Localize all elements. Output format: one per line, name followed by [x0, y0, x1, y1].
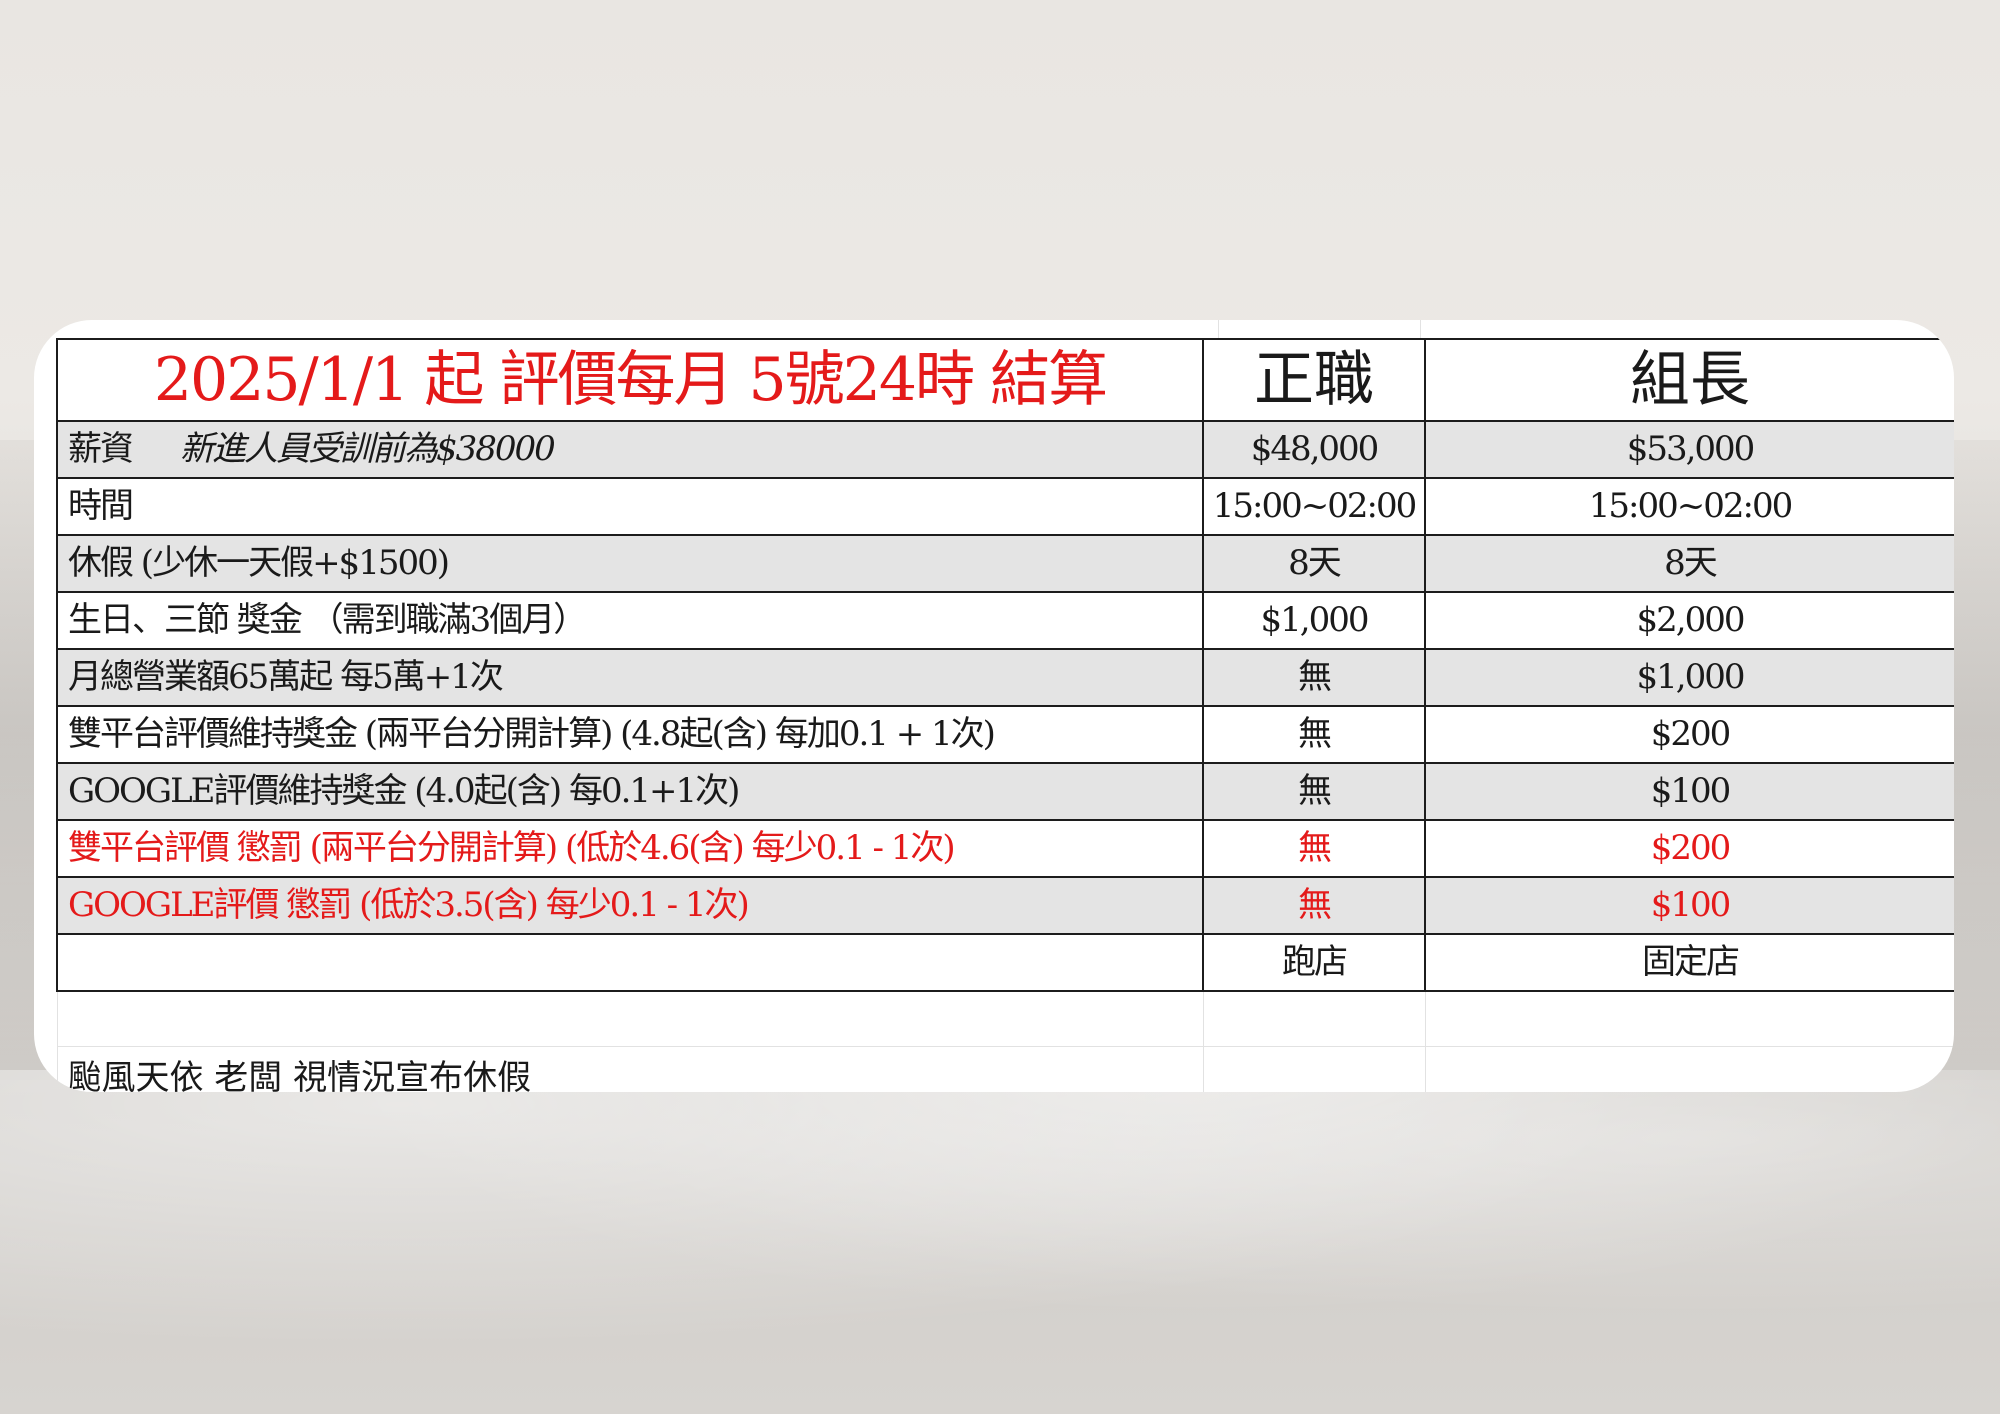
column-header-leader: 組長	[1424, 338, 1954, 422]
full-time-value: $1,000	[1202, 591, 1426, 650]
full-time-value: 無	[1202, 705, 1426, 764]
header-row: 2025/1/1 起 評價每月 5號24時 結算 正職 組長	[56, 338, 1954, 422]
leader-value: $100	[1424, 762, 1954, 821]
footer-note: 颱風天依 老闆 視情況宣布休假	[56, 1045, 1204, 1092]
table-row-hours: 時間 15:00~02:00 15:00~02:00	[56, 477, 1954, 536]
footer-note-row: 颱風天依 老闆 視情況宣布休假	[56, 1045, 1954, 1092]
empty-cell	[1202, 1045, 1426, 1092]
table-row-store-type: 跑店 固定店	[56, 933, 1954, 992]
salary-table: 2025/1/1 起 評價每月 5號24時 結算 正職 組長 薪資 新進人員受訓前…	[56, 338, 1954, 1092]
row-label: 月總營業額65萬起 每5萬+1次	[56, 648, 1204, 707]
row-label: 休假 (少休一天假+$1500)	[56, 534, 1204, 593]
leader-value: 8天	[1424, 534, 1954, 593]
row-note: 新進人員受訓前為$38000	[180, 429, 556, 469]
full-time-value: 無	[1202, 648, 1426, 707]
column-header-full-time: 正職	[1202, 338, 1426, 422]
leader-value: $1,000	[1424, 648, 1954, 707]
row-label: 生日、三節 獎金 （需到職滿3個月）	[56, 591, 1204, 650]
table-title: 2025/1/1 起 評價每月 5號24時 結算	[56, 338, 1204, 422]
row-label: GOOGLE評價維持獎金 (4.0起(含) 每0.1+1次)	[56, 762, 1204, 821]
row-label: 薪資 新進人員受訓前為$38000	[56, 420, 1204, 479]
leader-value: $2,000	[1424, 591, 1954, 650]
empty-row	[56, 990, 1954, 1047]
leader-value: 15:00~02:00	[1424, 477, 1954, 536]
empty-cell	[56, 990, 1204, 1047]
table-row-holiday-bonus: 生日、三節 獎金 （需到職滿3個月） $1,000 $2,000	[56, 591, 1954, 650]
table-row-platform-penalty: 雙平台評價 懲罰 (兩平台分開計算) (低於4.6(含) 每少0.1 - 1次)…	[56, 819, 1954, 878]
full-time-value: 8天	[1202, 534, 1426, 593]
leader-value: $200	[1424, 819, 1954, 878]
full-time-value: 無	[1202, 876, 1426, 935]
row-label: GOOGLE評價 懲罰 (低於3.5(含) 每少0.1 - 1次)	[56, 876, 1204, 935]
gridline	[1420, 320, 1421, 338]
row-label-text: 薪資	[68, 429, 134, 469]
full-time-value: $48,000	[1202, 420, 1426, 479]
full-time-value: 無	[1202, 819, 1426, 878]
table-row-platform-bonus: 雙平台評價維持獎金 (兩平台分開計算) (4.8起(含) 每加0.1 + 1次)…	[56, 705, 1954, 764]
empty-cell	[1424, 990, 1954, 1047]
full-time-value: 無	[1202, 762, 1426, 821]
empty-cell	[1424, 1045, 1954, 1092]
gridline	[1218, 320, 1219, 338]
background-foam	[0, 1070, 2000, 1414]
row-label	[56, 933, 1204, 992]
empty-cell	[1202, 990, 1426, 1047]
row-label: 雙平台評價維持獎金 (兩平台分開計算) (4.8起(含) 每加0.1 + 1次)	[56, 705, 1204, 764]
leader-value: 固定店	[1424, 933, 1954, 992]
table-row-revenue-bonus: 月總營業額65萬起 每5萬+1次 無 $1,000	[56, 648, 1954, 707]
leader-value: $53,000	[1424, 420, 1954, 479]
salary-card: 2025/1/1 起 評價每月 5號24時 結算 正職 組長 薪資 新進人員受訓前…	[34, 320, 1954, 1092]
table-row-google-penalty: GOOGLE評價 懲罰 (低於3.5(含) 每少0.1 - 1次) 無 $100	[56, 876, 1954, 935]
full-time-value: 跑店	[1202, 933, 1426, 992]
row-label: 雙平台評價 懲罰 (兩平台分開計算) (低於4.6(含) 每少0.1 - 1次)	[56, 819, 1204, 878]
row-label: 時間	[56, 477, 1204, 536]
full-time-value: 15:00~02:00	[1202, 477, 1426, 536]
table-row-salary: 薪資 新進人員受訓前為$38000 $48,000 $53,000	[56, 420, 1954, 479]
leader-value: $100	[1424, 876, 1954, 935]
table-row-google-bonus: GOOGLE評價維持獎金 (4.0起(含) 每0.1+1次) 無 $100	[56, 762, 1954, 821]
leader-value: $200	[1424, 705, 1954, 764]
table-row-leave: 休假 (少休一天假+$1500) 8天 8天	[56, 534, 1954, 593]
